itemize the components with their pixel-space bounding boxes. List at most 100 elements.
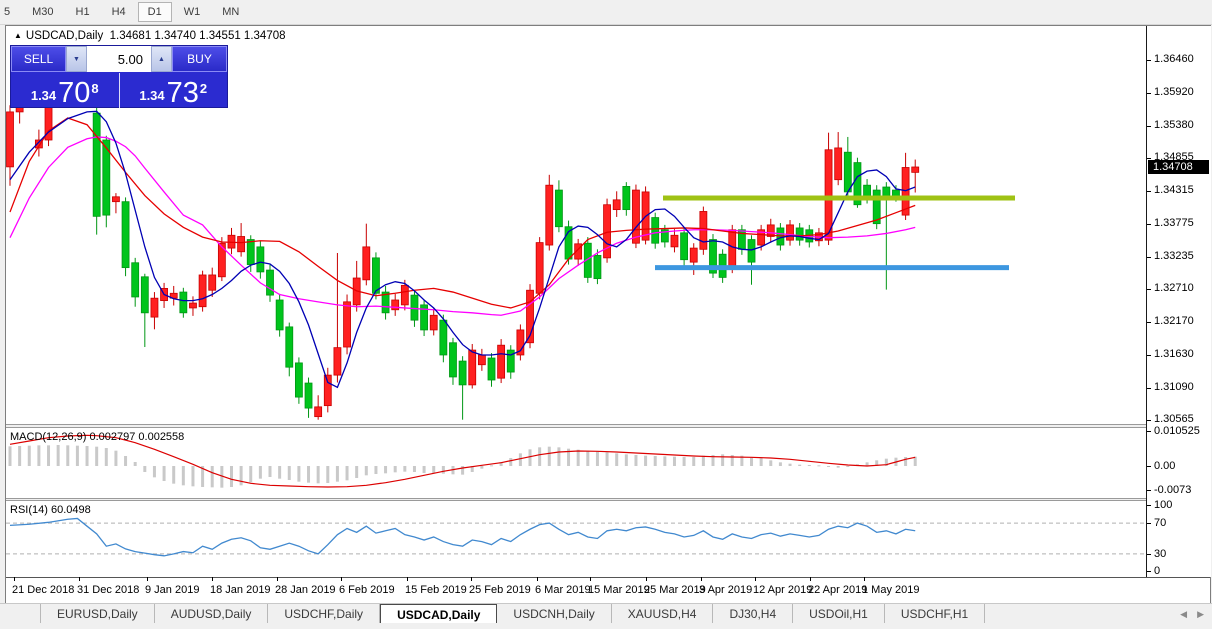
buy-price-display[interactable]: 1.34 73 2 [120,73,228,108]
macd-histogram-bar [278,466,282,479]
macd-histogram-bar [432,466,436,474]
macd-histogram-bar [374,466,378,474]
rsi-axis-tick [1147,554,1151,555]
current-price-badge: 1.34708 [1148,160,1209,174]
candle-body [314,406,323,418]
price-axis-label: 1.31630 [1154,348,1194,360]
macd-histogram-bar [422,466,426,473]
price-axis-tick [1147,322,1151,323]
macd-histogram-bar [124,456,128,466]
candle-body [824,149,833,241]
volume-decrease-button[interactable]: ▼ [66,46,87,72]
chart-title: ▲ USDCAD,Daily 1.34681 1.34740 1.34551 1.… [14,30,286,42]
candle-body [150,297,159,318]
timeframe-button-M30[interactable]: M30 [22,2,63,22]
date-label: 31 Dec 2018 [77,584,140,596]
tab-USDCHF-H1[interactable]: USDCHF,H1 [885,604,986,624]
candle-body [372,257,380,294]
macd-histogram-bar [846,466,850,467]
timeframe-button-5[interactable]: 5 [0,2,20,22]
tab-EURUSD-Daily[interactable]: EURUSD,Daily [41,604,155,624]
price-axis-tick [1147,355,1151,356]
timeframe-button-W1[interactable]: W1 [174,2,211,22]
candle-body [323,374,332,407]
macd-histogram-bar [162,466,166,481]
macd-histogram-bar [750,457,754,466]
macd-histogram-bar [509,458,513,466]
macd-histogram-bar [615,453,619,466]
timeframe-button-MN[interactable]: MN [212,2,249,22]
rsi-axis-tick [1147,505,1151,506]
price-axis-label: 1.35380 [1154,119,1194,131]
sell-button[interactable]: SELL [11,46,66,72]
timeframe-button-D1[interactable]: D1 [137,2,172,22]
tab-scroll-left-icon[interactable]: ◀ [1180,609,1187,620]
price-axis-label: 1.33235 [1154,250,1194,262]
candle-body [834,147,843,181]
price-axis-tick [1147,93,1151,94]
tab-USDCHF-Daily[interactable]: USDCHF,Daily [268,604,381,624]
date-label: 21 Dec 2018 [12,584,75,596]
macd-histogram-bar [172,466,176,484]
buy-price-prefix: 1.34 [139,88,165,103]
tab-USDCAD-Daily[interactable]: USDCAD,Daily [380,604,498,624]
macd-histogram-bar [133,462,137,466]
macd-histogram-bar [441,466,445,474]
date-label: 25 Mar 2019 [644,584,706,596]
candle-body [622,186,631,211]
timeframe-button-H1[interactable]: H1 [66,2,100,22]
candle-body [632,189,640,244]
macd-histogram-bar [85,446,89,466]
candle-body [545,184,554,246]
date-label: 6 Feb 2019 [339,584,395,596]
macd-histogram-bar [557,447,561,466]
candle-body [237,236,246,253]
price-axis[interactable]: 1.36460 1.35920 1.35380 1.34855 1.34315 1.337… [1146,26,1211,577]
candle-body [497,344,506,379]
tab-AUDUSD-Daily[interactable]: AUDUSD,Daily [155,604,269,624]
macd-histogram-bar [335,466,339,482]
tab-DJ30-H4[interactable]: DJ30,H4 [713,604,794,624]
price-axis-tick [1147,158,1151,159]
macd-histogram-bar [152,466,156,478]
macd-histogram-bar [769,460,773,466]
macd-histogram-bar [66,445,70,466]
candle-body [689,247,698,263]
timeframe-button-H4[interactable]: H4 [102,2,136,22]
macd-histogram-bar [37,445,41,466]
candle-body [333,347,342,376]
time-axis[interactable]: 21 Dec 2018 31 Dec 2018 9 Jan 2019 18 Jan 2… [6,577,1146,601]
candle-body [728,229,737,269]
candle-body [911,166,920,173]
macd-histogram-bar [18,446,22,466]
resistance-trendline[interactable] [663,195,1015,201]
support-trendline[interactable] [655,265,1009,271]
macd-histogram-bar [576,449,580,466]
candle-body [449,342,457,378]
tab-USDOil-H1[interactable]: USDOil,H1 [793,604,885,624]
candle-body [458,360,467,386]
volume-input[interactable] [87,46,151,72]
date-label: 6 Mar 2019 [535,584,591,596]
macd-histogram-bar [412,466,416,472]
rsi-pane [6,501,1146,577]
macd-histogram-bar [672,456,676,466]
macd-histogram-bar [287,466,291,480]
price-axis-tick [1147,420,1151,421]
macd-histogram-bar [624,454,628,466]
tab-scroll-right-icon[interactable]: ▶ [1197,609,1204,620]
tab-bar-spacer [0,604,41,624]
price-axis-tick [1147,60,1151,61]
tab-XAUUSD-H4[interactable]: XAUUSD,H4 [612,604,714,624]
date-tick [755,577,756,581]
volume-increase-button[interactable]: ▲ [151,46,172,72]
chart-tab-bar: EURUSD,Daily AUDUSD,Daily USDCHF,Daily USDC… [0,603,1212,624]
rsi-line [9,517,916,557]
candle-body [266,269,274,296]
sell-price-display[interactable]: 1.34 70 8 [11,73,120,108]
candle-body [362,246,371,281]
price-axis-label: 1.30565 [1154,413,1194,425]
macd-histogram-bar [114,450,118,466]
buy-button[interactable]: BUY [172,46,227,72]
tab-USDCNH-Daily[interactable]: USDCNH,Daily [497,604,612,624]
